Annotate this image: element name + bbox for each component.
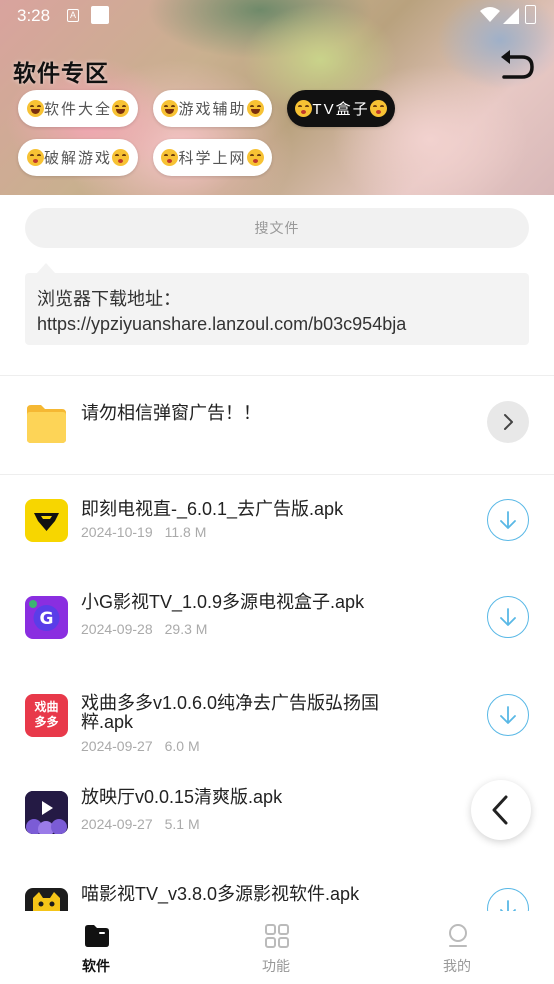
folder-icon bbox=[85, 925, 109, 947]
file-name: 即刻电视直-_6.0.1_去广告版.apk bbox=[81, 499, 344, 519]
chip-software-all[interactable]: 软件大全 bbox=[18, 90, 138, 127]
file-name: 放映厅v0.0.15清爽版.apk bbox=[81, 787, 283, 807]
file-size: 5.1 M bbox=[164, 816, 200, 832]
file-row[interactable]: 戏曲 多多 戏曲多多v1.0.6.0纯净去广告版弘扬国粹.apk 2024-09… bbox=[0, 694, 554, 790]
nav-label: 软件 bbox=[82, 958, 110, 974]
file-date: 2024-09-27 bbox=[81, 816, 153, 832]
file-row[interactable]: 即刻电视直-_6.0.1_去广告版.apk 2024-10-19 11.8 M bbox=[0, 499, 554, 595]
chip-label: TV盒子 bbox=[312, 101, 370, 118]
kiss-emoji-icon bbox=[246, 149, 264, 166]
undo-arrow-icon[interactable] bbox=[498, 49, 536, 83]
file-name: 小G影视TV_1.0.9多源电视盒子.apk bbox=[81, 592, 365, 612]
download-button[interactable] bbox=[487, 694, 529, 736]
nav-tab-software[interactable]: 软件 bbox=[36, 911, 156, 984]
chip-game-assist[interactable]: 游戏辅助 bbox=[153, 90, 272, 127]
wifi-icon bbox=[480, 7, 500, 22]
file-name: 喵影视TV_v3.8.0多源影视软件.apk bbox=[81, 884, 360, 904]
notification-square-icon bbox=[91, 6, 109, 24]
chip-label: 软件大全 bbox=[43, 101, 112, 118]
file-meta: 2024-10-19 11.8 M bbox=[81, 524, 206, 540]
icon-text: 多多 bbox=[34, 715, 59, 729]
battery-icon bbox=[525, 5, 536, 24]
bottom-nav: 软件 功能 我的 bbox=[0, 911, 554, 984]
app-screen: 3:28 A 软件专区 软件大全 游戏辅助 TV盒子 破解游戏 科学上网 搜文件… bbox=[0, 0, 554, 984]
app-glyph: G bbox=[29, 600, 60, 631]
kiss-emoji-icon bbox=[26, 149, 44, 166]
chip-label: 破解游戏 bbox=[43, 150, 112, 167]
kiss-emoji-icon bbox=[369, 100, 387, 117]
svg-text:G: G bbox=[40, 609, 54, 629]
chevron-right-icon bbox=[504, 414, 513, 430]
chip-label: 游戏辅助 bbox=[178, 101, 247, 118]
chevron-left-icon bbox=[492, 795, 508, 825]
kiss-emoji-icon bbox=[112, 149, 129, 166]
file-date: 2024-09-27 bbox=[81, 738, 153, 754]
status-time: 3:28 bbox=[17, 6, 51, 25]
app-glyph bbox=[25, 791, 68, 834]
jike-tv-icon bbox=[25, 499, 68, 542]
header-banner: 3:28 A 软件专区 软件大全 游戏辅助 TV盒子 破解游戏 科学上网 bbox=[0, 0, 554, 195]
signal-icon bbox=[503, 8, 519, 24]
grin-emoji-icon bbox=[112, 100, 129, 117]
file-size: 29.3 M bbox=[164, 621, 208, 637]
notice-url[interactable]: https://ypziyuanshare.lanzoul.com/b03c95… bbox=[37, 312, 517, 337]
download-arrow-icon bbox=[500, 706, 516, 724]
download-arrow-icon bbox=[500, 511, 516, 529]
search-input[interactable]: 搜文件 bbox=[25, 208, 529, 248]
xiqu-duoduo-icon: 戏曲 多多 bbox=[25, 694, 68, 737]
file-meta: 2024-09-27 5.1 M bbox=[81, 816, 200, 832]
nav-tab-mine[interactable]: 我的 bbox=[397, 911, 517, 984]
grin-emoji-icon bbox=[246, 100, 264, 117]
nav-tab-features[interactable]: 功能 bbox=[216, 911, 336, 984]
file-date: 2024-10-19 bbox=[81, 524, 153, 540]
notification-a-icon: A bbox=[67, 9, 79, 22]
download-button[interactable] bbox=[487, 596, 529, 638]
grin-emoji-icon bbox=[161, 100, 179, 117]
file-size: 6.0 M bbox=[164, 738, 200, 754]
kiss-emoji-icon bbox=[161, 149, 179, 166]
app-glyph bbox=[34, 513, 59, 531]
fangyingting-icon bbox=[25, 791, 68, 834]
chip-label: 科学上网 bbox=[178, 150, 247, 167]
folder-icon bbox=[27, 405, 66, 443]
open-folder-button[interactable] bbox=[487, 401, 529, 443]
chip-cracked-games[interactable]: 破解游戏 bbox=[18, 139, 138, 176]
download-notice: 浏览器下载地址： https://ypziyuanshare.lanzoul.c… bbox=[25, 263, 529, 345]
divider bbox=[0, 474, 554, 475]
chip-science-internet[interactable]: 科学上网 bbox=[153, 139, 272, 176]
file-size: 11.8 M bbox=[164, 524, 207, 540]
file-row[interactable]: G 小G影视TV_1.0.9多源电视盒子.apk 2024-09-28 29.3 … bbox=[0, 592, 554, 692]
status-bar: 3:28 A bbox=[0, 0, 554, 34]
nav-label: 功能 bbox=[262, 958, 290, 974]
folder-name: 请勿相信弹窗广告！！ bbox=[81, 403, 261, 423]
divider bbox=[0, 375, 554, 376]
xiaog-tv-icon: G bbox=[25, 596, 68, 639]
file-meta: 2024-09-27 6.0 M bbox=[81, 738, 200, 754]
file-name: 戏曲多多v1.0.6.0纯净去广告版弘扬国粹.apk bbox=[81, 693, 380, 732]
icon-text: 戏曲 bbox=[34, 700, 59, 714]
floating-back-button[interactable] bbox=[471, 780, 531, 840]
file-meta: 2024-09-28 29.3 M bbox=[81, 621, 207, 637]
nav-label: 我的 bbox=[443, 958, 471, 974]
file-date: 2024-09-28 bbox=[81, 621, 153, 637]
notice-label: 浏览器下载地址： bbox=[37, 289, 181, 309]
grid-icon bbox=[265, 924, 289, 948]
profile-icon bbox=[449, 924, 467, 947]
download-button[interactable] bbox=[487, 499, 529, 541]
download-arrow-icon bbox=[500, 608, 516, 626]
chip-tv-box[interactable]: TV盒子 bbox=[287, 90, 395, 127]
grin-emoji-icon bbox=[26, 100, 44, 117]
kiss-emoji-icon bbox=[295, 100, 313, 117]
page-title: 软件专区 bbox=[13, 60, 109, 86]
